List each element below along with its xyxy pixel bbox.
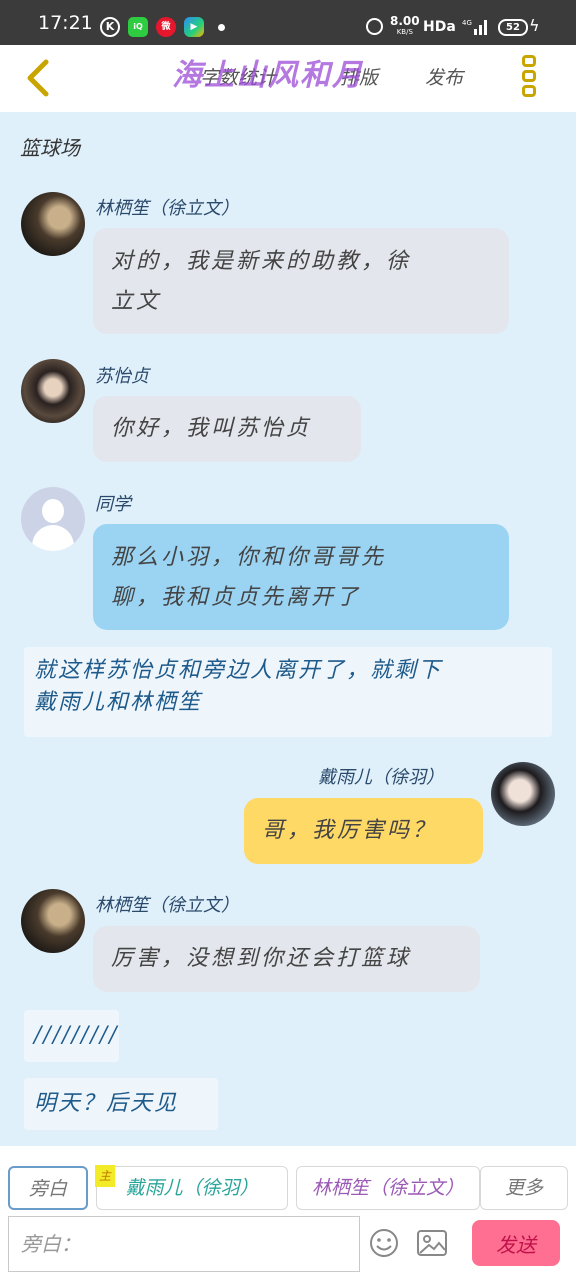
video-app-icon: ▶ — [184, 17, 204, 37]
compose-panel: 旁白 主 戴雨儿（徐羽） 林栖笙（徐立文） 更多 发送 — [0, 1146, 576, 1280]
status-time: 17:21 — [38, 12, 93, 34]
narration-line: 明天？后天见 — [34, 1091, 179, 1116]
tab-publish[interactable]: 发布 — [425, 63, 463, 90]
signal-icon: 4G — [462, 19, 487, 35]
message-input[interactable] — [8, 1216, 360, 1272]
role-chip-narrator[interactable]: 旁白 — [8, 1166, 88, 1210]
network-speed-unit: KB/S — [396, 28, 413, 36]
avatar[interactable] — [491, 762, 555, 826]
avatar[interactable] — [21, 487, 85, 551]
author-watermark: 海上山风和月 — [172, 58, 364, 93]
network-speed: 8.00 KB/S — [390, 14, 420, 37]
back-arrow-icon[interactable] — [22, 57, 58, 99]
speaker-name: 戴雨儿（徐羽） — [318, 767, 444, 788]
notification-dot-icon — [218, 24, 225, 31]
net-type-label: 4G — [462, 19, 472, 27]
scene-title: 篮球场 — [20, 136, 80, 160]
role-chip-dai-yuer[interactable]: 主 戴雨儿（徐羽） — [95, 1165, 288, 1210]
role-chip-lin-qisheng[interactable]: 林栖笙（徐立文） — [296, 1166, 480, 1210]
narration-line: 戴雨儿和林栖笙 — [34, 690, 203, 715]
editor-header: 字数统计 排版 发布 海上山风和月 — [0, 45, 576, 112]
image-icon[interactable] — [416, 1228, 448, 1258]
message-bubble[interactable]: 对的，我是新来的助教，徐 立文 — [93, 228, 509, 334]
iqiyi-app-icon: iQ — [128, 17, 148, 37]
alarm-icon — [366, 18, 383, 35]
speaker-name: 林栖笙（徐立文） — [95, 198, 239, 219]
message-line: 哥，我厉害吗？ — [262, 818, 438, 843]
narration-line: 就这样苏怡贞和旁边人离开了，就剩下 — [34, 658, 443, 683]
speaker-name: 林栖笙（徐立文） — [95, 895, 239, 916]
status-bar: 17:21 K iQ 微 ▶ 8.00 KB/S HDa 4G 52 ϟ — [0, 0, 576, 45]
charging-icon: ϟ — [529, 16, 540, 35]
avatar[interactable] — [21, 889, 85, 953]
hd-indicator: HDa — [423, 19, 456, 35]
battery-icon: 52 — [498, 19, 528, 36]
send-button[interactable]: 发送 — [472, 1220, 560, 1266]
emoji-icon[interactable] — [369, 1228, 399, 1258]
role-chip-more[interactable]: 更多 — [480, 1166, 568, 1210]
message-line: 厉害，没想到你还会打篮球 — [111, 946, 412, 971]
avatar[interactable] — [21, 359, 85, 423]
message-bubble[interactable]: 哥，我厉害吗？ — [244, 798, 483, 864]
message-line: 那么小羽，你和你哥哥先 — [111, 545, 387, 570]
role-chip-label: 戴雨儿（徐羽） — [125, 1177, 259, 1199]
narration-block[interactable]: 明天？后天见 — [24, 1078, 218, 1130]
protagonist-badge: 主 — [95, 1165, 115, 1187]
weibo-app-icon: 微 — [156, 17, 176, 37]
narration-line: ///////// — [34, 1023, 119, 1048]
message-line: 立文 — [111, 289, 162, 314]
narration-block[interactable]: 就这样苏怡贞和旁边人离开了，就剩下 戴雨儿和林栖笙 — [24, 647, 552, 737]
k-app-icon: K — [100, 17, 120, 37]
speaker-name: 苏怡贞 — [95, 366, 149, 387]
network-speed-value: 8.00 — [390, 14, 420, 28]
message-bubble[interactable]: 你好，我叫苏怡贞 — [93, 396, 361, 462]
message-bubble[interactable]: 那么小羽，你和你哥哥先 聊，我和贞贞先离开了 — [93, 524, 509, 630]
speaker-name: 同学 — [95, 494, 131, 515]
avatar[interactable] — [21, 192, 85, 256]
more-menu-icon[interactable] — [520, 55, 538, 103]
message-line: 你好，我叫苏怡贞 — [111, 416, 312, 441]
message-line: 对的，我是新来的助教，徐 — [111, 249, 412, 274]
message-line: 聊，我和贞贞先离开了 — [111, 585, 362, 610]
narration-block[interactable]: ///////// — [24, 1010, 119, 1062]
message-bubble[interactable]: 厉害，没想到你还会打篮球 — [93, 926, 480, 992]
